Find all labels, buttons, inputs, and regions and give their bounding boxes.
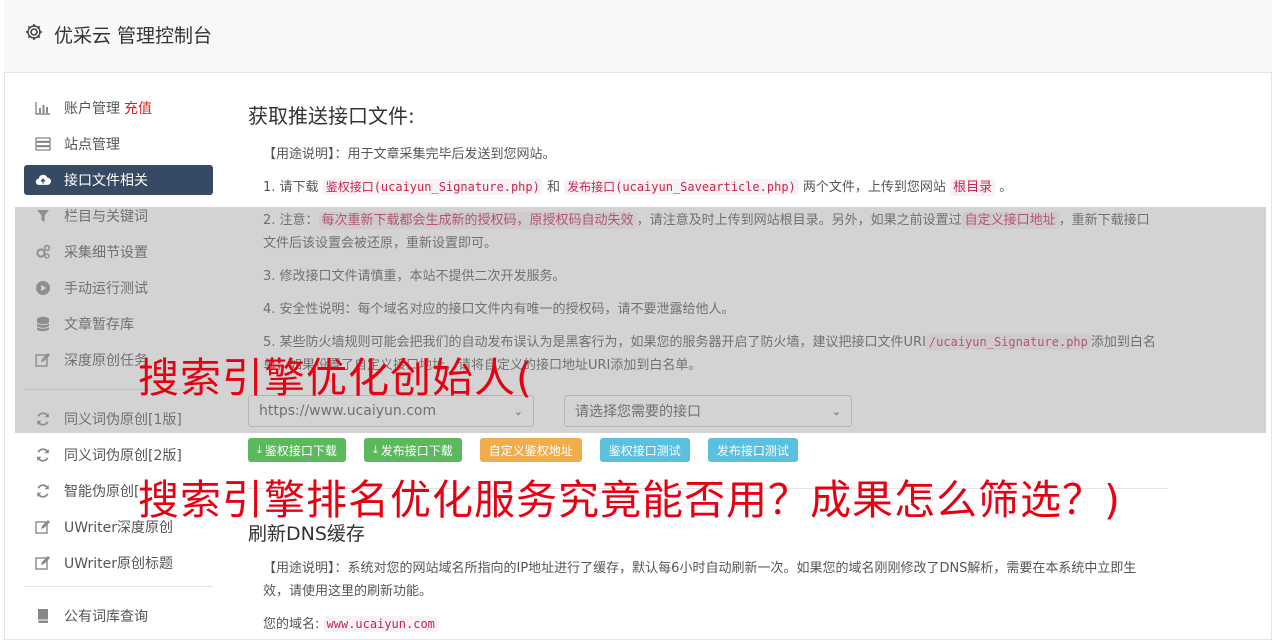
edit-icon <box>35 555 51 571</box>
step-1: 1. 请下载 鉴权接口(ucaiyun_Signature.php) 和 发布接… <box>263 179 1013 196</box>
refresh-icon <box>35 447 51 463</box>
sidebar-item-account[interactable]: 账户管理 充值 <box>24 93 213 123</box>
sidebar-item-sites[interactable]: 站点管理 <box>24 129 213 159</box>
server-icon <box>35 136 51 152</box>
sidebar-item-label: 同义词伪原创[2版] <box>64 448 182 464</box>
publish-file-name: 发布接口(ucaiyun_Savearticle.php) <box>564 179 799 195</box>
action-buttons: ⤓ 鉴权接口下载 ⤓ 发布接口下载 自定义鉴权地址 鉴权接口测试 发布接口测试 <box>248 438 798 462</box>
sidebar-item-label: 公有词库查询 <box>64 609 148 625</box>
sidebar-item-label: UWriter原创标题 <box>64 556 173 572</box>
sidebar-item-label: 站点管理 <box>64 137 120 153</box>
edit-icon <box>35 519 51 535</box>
sidebar-item-public-lexicon[interactable]: 公有词库查询 <box>24 601 213 631</box>
sidebar-item-label: 接口文件相关 <box>64 173 148 189</box>
download-icon: ⤓ <box>372 443 378 456</box>
test-publish-button[interactable]: 发布接口测试 <box>707 438 798 462</box>
cloud-upload-icon <box>35 172 51 188</box>
refresh-icon <box>35 483 51 499</box>
usage-note: 【用途说明】：用于文章采集完毕后发送到您网站。 <box>263 147 556 162</box>
watermark-line-1: 搜索引擎优化创始人( <box>138 354 533 402</box>
test-signature-button[interactable]: 鉴权接口测试 <box>599 438 690 462</box>
watermark-line-2: 搜索引擎排名优化服务究竟能否用？成果怎么筛选？) <box>138 476 1121 524</box>
download-publish-button[interactable]: ⤓ 发布接口下载 <box>363 438 462 462</box>
download-signature-button[interactable]: ⤓ 鉴权接口下载 <box>248 438 346 462</box>
sidebar-item-uwriter-title[interactable]: UWriter原创标题 <box>24 548 213 578</box>
sidebar-divider <box>24 586 213 587</box>
dns-usage-note: 【用途说明】：系统对您的网站域名所指向的IP地址进行了缓存，默认每6小时自动刷新… <box>263 561 1137 599</box>
gear-icon <box>26 24 42 40</box>
sidebar-item-label: 智能伪原创[ <box>64 484 140 500</box>
sidebar-item-label: 账户管理 <box>64 101 120 117</box>
custom-signature-url-button[interactable]: 自定义鉴权地址 <box>479 438 582 462</box>
recharge-link[interactable]: 充值 <box>124 98 152 118</box>
app-title: 优采云 管理控制台 <box>54 25 213 47</box>
book-icon <box>35 608 51 624</box>
download-icon: ⤓ <box>257 443 262 456</box>
signature-file-name: 鉴权接口(ucaiyun_Signature.php) <box>322 179 543 195</box>
domain-value: www.ucaiyun.com <box>323 616 438 632</box>
sidebar-item-interface-files[interactable]: 接口文件相关 <box>24 165 213 195</box>
top-bar: 优采云 管理控制台 <box>4 0 1272 73</box>
section-title: 获取推送接口文件: <box>248 104 415 128</box>
root-dir-label: 根目录 <box>950 179 996 196</box>
bar-chart-icon <box>35 100 51 116</box>
dns-domain-row: 您的域名: www.ucaiyun.com <box>263 613 438 632</box>
